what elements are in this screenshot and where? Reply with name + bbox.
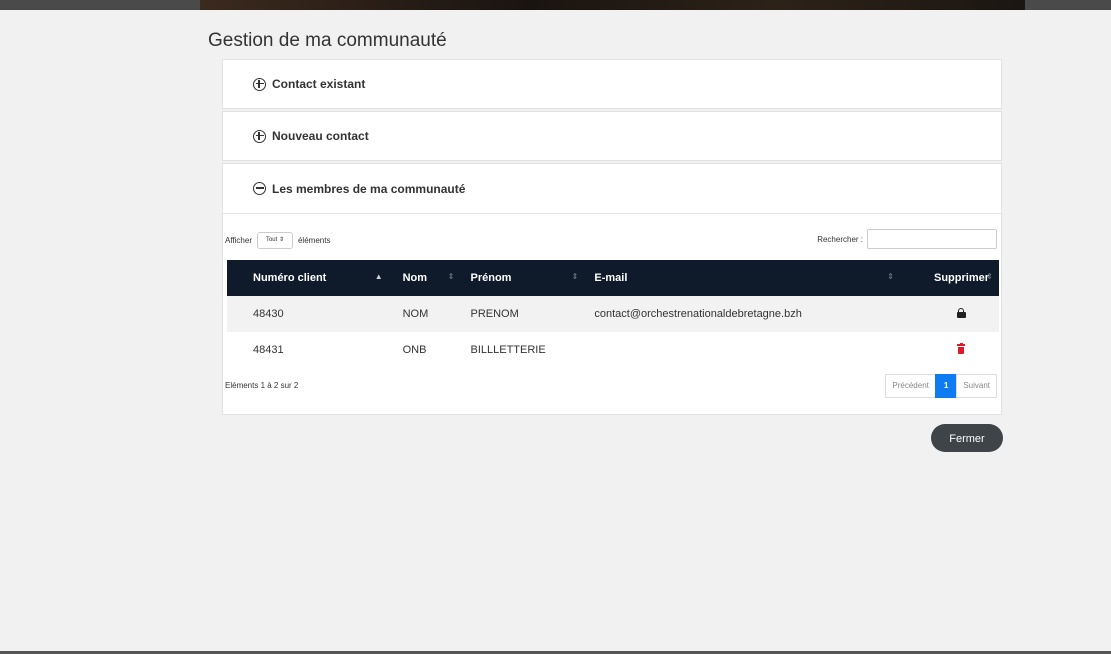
panel-contact-existant: Contact existant [222, 59, 1002, 109]
cell-action [904, 332, 999, 368]
cell-prenom: BILLLETTERIE [470, 344, 546, 356]
header-image [200, 0, 1025, 10]
page-1-button[interactable]: 1 [934, 374, 958, 398]
lock-icon [956, 307, 966, 318]
panel-nouveau-contact: Nouveau contact [222, 111, 1002, 161]
cell-nom: ONB [402, 344, 427, 356]
minus-circle-icon [253, 182, 266, 195]
panel-header-nouveau-contact[interactable]: Nouveau contact [223, 112, 1001, 160]
col-header-supprimer[interactable]: Supprimer ⇕ [904, 260, 999, 296]
col-header-nom[interactable]: Nom ⇕ [393, 260, 461, 296]
search-input[interactable] [867, 229, 997, 249]
col-header-email[interactable]: E-mail ⇕ [584, 260, 904, 296]
length-select[interactable]: Tout ⇕ [256, 232, 293, 249]
search-label: Rechercher : [817, 234, 863, 244]
members-table: Numéro client ▲ Nom ⇕ Prénom ⇕ E-mail ⇕ Supp… [227, 260, 999, 368]
previous-button[interactable]: Précédent [885, 374, 936, 398]
sort-icon: ⇕ [986, 272, 993, 281]
panel-title: Nouveau contact [272, 129, 369, 143]
plus-circle-icon [253, 77, 266, 91]
panel-membres: Les membres de ma communauté Afficher To… [222, 163, 1002, 415]
cell-prenom: PRENOM [470, 308, 519, 320]
table-info: Eléments 1 à 2 sur 2 [225, 381, 299, 390]
sort-icon: ⇕ [571, 272, 579, 281]
show-prefix: Afficher [225, 236, 252, 245]
sort-icon: ⇕ [887, 272, 894, 281]
length-value: Tout [265, 237, 278, 243]
close-button[interactable]: Fermer [931, 424, 1003, 452]
cell-client-id: 48431 [253, 344, 284, 356]
cell-client-id: 48430 [253, 308, 284, 320]
sort-asc-icon: ▲ [374, 272, 383, 281]
panel-title: Les membres de ma communauté [272, 181, 466, 196]
panel-header-membres[interactable]: Les membres de ma communauté [223, 164, 1001, 214]
select-arrows-icon: ⇕ [278, 237, 284, 243]
table-row: 48430 NOM PRENOM contact@orchestrenation… [227, 296, 999, 332]
next-button[interactable]: Suivant [956, 374, 997, 398]
cell-nom: NOM [402, 308, 429, 320]
panel-header-contact-existant[interactable]: Contact existant [223, 60, 1001, 108]
table-row: 48431 ONB BILLLETTERIE [227, 332, 999, 368]
pagination: Précédent 1 Suivant [885, 374, 997, 398]
trash-icon[interactable] [957, 343, 966, 354]
bottom-bar [0, 641, 1111, 654]
cell-email: contact@orchestrenationaldebretagne.bzh [594, 308, 802, 320]
panel-title: Contact existant [272, 77, 366, 91]
cell-action [904, 296, 999, 332]
search-control: Rechercher : [817, 229, 997, 249]
top-banner [0, 0, 1111, 18]
table-controls: Afficher Tout ⇕ éléments Rechercher : [223, 229, 1001, 253]
table-header-row: Numéro client ▲ Nom ⇕ Prénom ⇕ E-mail ⇕ Supp… [227, 260, 999, 296]
plus-circle-icon [253, 129, 266, 143]
page-title: Gestion de ma communauté [208, 30, 447, 51]
sort-icon: ⇕ [447, 272, 455, 281]
cell-email [584, 332, 904, 368]
show-suffix: éléments [297, 236, 331, 245]
col-header-numero-client[interactable]: Numéro client ▲ [227, 260, 393, 296]
col-header-prenom[interactable]: Prénom ⇕ [461, 260, 585, 296]
length-control: Afficher Tout ⇕ éléments [225, 232, 330, 249]
